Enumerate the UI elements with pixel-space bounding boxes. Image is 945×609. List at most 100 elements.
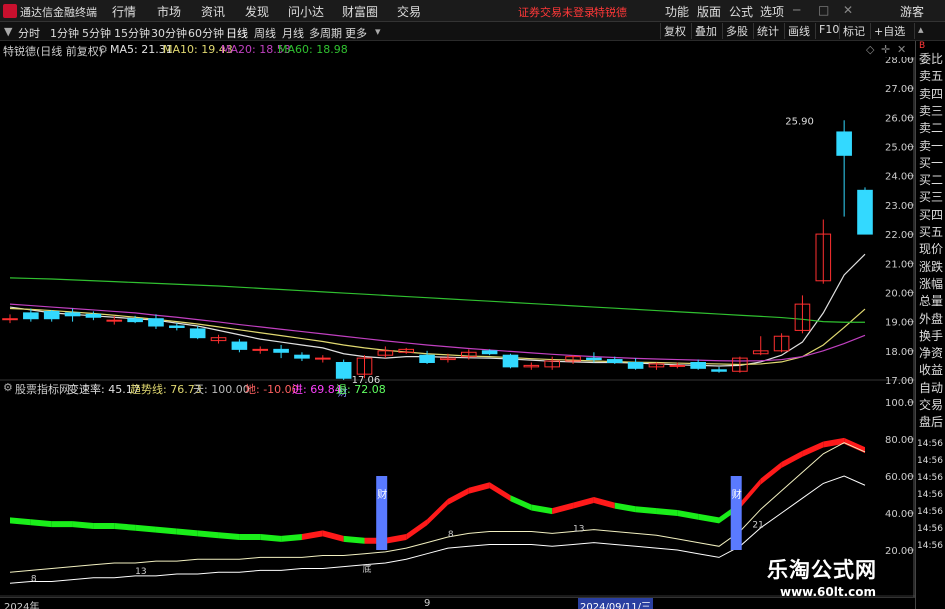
ind-settings-gear-icon[interactable]: ⚙ xyxy=(3,381,13,394)
btn-draw[interactable]: 画线 xyxy=(784,23,813,39)
btn-overlay[interactable]: 叠加 xyxy=(691,23,720,39)
user-name[interactable]: 特锐德 xyxy=(594,4,627,20)
band-segment xyxy=(406,519,428,541)
guest-label[interactable]: 游客 xyxy=(900,3,924,20)
btn-fuquan[interactable]: 复权 xyxy=(660,23,689,39)
menu-options[interactable]: 选项 xyxy=(760,3,784,20)
band-segment xyxy=(197,530,219,539)
tab-period-week[interactable]: 周线 xyxy=(254,25,276,41)
app-logo-icon xyxy=(3,4,17,18)
candle-body xyxy=(481,350,498,355)
cai-marker-ind: 财 xyxy=(732,488,742,501)
band-segment xyxy=(72,521,94,529)
band-segment xyxy=(552,502,574,515)
main-chart-info: 特锐德(日线 前复权) ⚙ MA5: 21.31 MA10: 19.43 MA2… xyxy=(0,41,915,58)
candle-body xyxy=(606,359,623,363)
quote-label: 卖三 xyxy=(919,103,944,118)
panel-close-icon[interactable]: ✕ xyxy=(897,43,906,56)
menu-trade[interactable]: 交易 xyxy=(397,3,421,20)
band-segment xyxy=(573,497,594,509)
band-segment xyxy=(343,535,365,544)
menu-hq[interactable]: 行情 xyxy=(112,3,136,20)
toolbar-arrow-icon[interactable]: ▼ xyxy=(4,25,12,38)
candle-body xyxy=(669,364,686,367)
di-value: 地: -10.00 xyxy=(245,383,299,396)
settings-gear-icon[interactable]: ⚙ xyxy=(98,43,108,56)
menu-wenxiaoda[interactable]: 问小达 xyxy=(288,3,324,20)
candle-body xyxy=(43,310,60,320)
price-tick-label: 19.00 xyxy=(885,318,914,329)
quote-label[interactable]: 自动 xyxy=(919,380,943,397)
indicator-info: ⚙ 股票指标网 变速率: 45.17 趋势线: 76.73 天: 100.00 … xyxy=(0,380,915,397)
band-segment xyxy=(510,495,532,511)
quote-label[interactable]: 盘后 xyxy=(919,414,943,431)
btn-multistock[interactable]: 多股 xyxy=(722,23,751,39)
band-segment xyxy=(239,534,261,541)
tab-period-5m[interactable]: 5分钟 xyxy=(82,25,111,41)
btn-add-watchlist[interactable]: +自选 xyxy=(870,23,908,39)
quote-label: 委比 xyxy=(919,52,944,66)
band-segment xyxy=(10,517,31,526)
quote-label: 换手 xyxy=(919,328,944,343)
menu-discover[interactable]: 发现 xyxy=(245,3,269,20)
candle-body xyxy=(252,348,269,351)
maximize-icon[interactable]: □ xyxy=(818,3,829,17)
watermark-title: 乐淘公式网 xyxy=(767,557,877,582)
candle-body xyxy=(502,354,519,368)
diamond-icon[interactable]: ◇ xyxy=(866,43,874,56)
tab-period-multi[interactable]: 多周期 xyxy=(309,25,342,41)
title-bar: 通达信金融终端 行情 市场 资讯 发现 问小达 财富圈 交易 证券交易未登录 特… xyxy=(0,0,945,22)
band-segment xyxy=(218,532,240,541)
tab-period-60m[interactable]: 60分钟 xyxy=(188,25,224,41)
quote-label: 卖五 xyxy=(919,69,944,84)
menu-market[interactable]: 市场 xyxy=(157,3,181,20)
di-marker: 底 xyxy=(363,563,372,575)
candle-body xyxy=(857,189,873,235)
crosshair-icon[interactable]: ✛ xyxy=(881,43,890,56)
tab-period-more[interactable]: 更多 xyxy=(345,25,367,41)
band-segment xyxy=(51,521,73,528)
menu-function[interactable]: 功能 xyxy=(665,3,689,20)
quote-label: 买三 xyxy=(919,190,944,205)
quote-label: 买二 xyxy=(919,173,944,188)
price-tick-label: 24.00 xyxy=(885,172,914,183)
tui-value: 退: 72.08 xyxy=(336,383,386,396)
band-segment xyxy=(260,534,282,542)
ma-line-ma60 xyxy=(9,277,865,323)
minimize-icon[interactable]: ─ xyxy=(793,3,800,17)
tab-period-1m[interactable]: 1分钟 xyxy=(50,25,79,41)
indicator-name[interactable]: 股票指标网 xyxy=(15,381,70,397)
band-segment xyxy=(281,534,302,542)
tab-period-day[interactable]: 日线 xyxy=(226,25,248,41)
login-warning[interactable]: 证券交易未登录 xyxy=(518,4,595,20)
menu-fortune[interactable]: 财富圈 xyxy=(342,3,378,20)
btn-stats[interactable]: 统计 xyxy=(753,23,782,39)
menu-formula[interactable]: 公式 xyxy=(729,3,753,20)
close-icon[interactable]: ✕ xyxy=(843,3,853,17)
candle-body xyxy=(127,318,143,323)
tab-period-15m[interactable]: 15分钟 xyxy=(114,25,150,41)
menu-news[interactable]: 资讯 xyxy=(201,3,225,20)
ind-tick-label: 100.0 xyxy=(885,398,914,409)
btn-mark[interactable]: 标记 xyxy=(839,23,868,39)
kline-chart[interactable]: 25.9017.06财 100.080.0060.0040.0020.00财 财底… xyxy=(0,57,915,597)
ind-tick-label: 80.00 xyxy=(885,435,914,446)
cursor-date-label: 2024/09/11/三 xyxy=(578,598,654,609)
tab-period-30m[interactable]: 30分钟 xyxy=(151,25,187,41)
candle-body xyxy=(586,357,602,361)
ma60-value: MA60: 18.98 xyxy=(278,43,348,56)
tab-period-month[interactable]: 月线 xyxy=(282,25,304,41)
band-segment xyxy=(593,497,615,509)
band-segment xyxy=(135,524,156,533)
more-dropdown-icon[interactable]: ▾ xyxy=(375,25,381,38)
quote-label: 涨幅 xyxy=(919,276,944,291)
signal-bar xyxy=(730,476,742,550)
quote-label[interactable]: 交易 xyxy=(919,397,943,414)
tian-value: 天: 100.00 xyxy=(193,383,250,396)
band-segment xyxy=(176,528,198,537)
watermark: 乐淘公式网 www.60lt.com xyxy=(752,548,922,604)
menu-layout[interactable]: 版面 xyxy=(697,3,721,20)
tab-period-fenshi[interactable]: 分时 xyxy=(18,25,40,41)
app-title: 通达信金融终端 xyxy=(20,6,97,19)
toolbar-collapse-icon[interactable]: ▴ xyxy=(914,23,927,39)
